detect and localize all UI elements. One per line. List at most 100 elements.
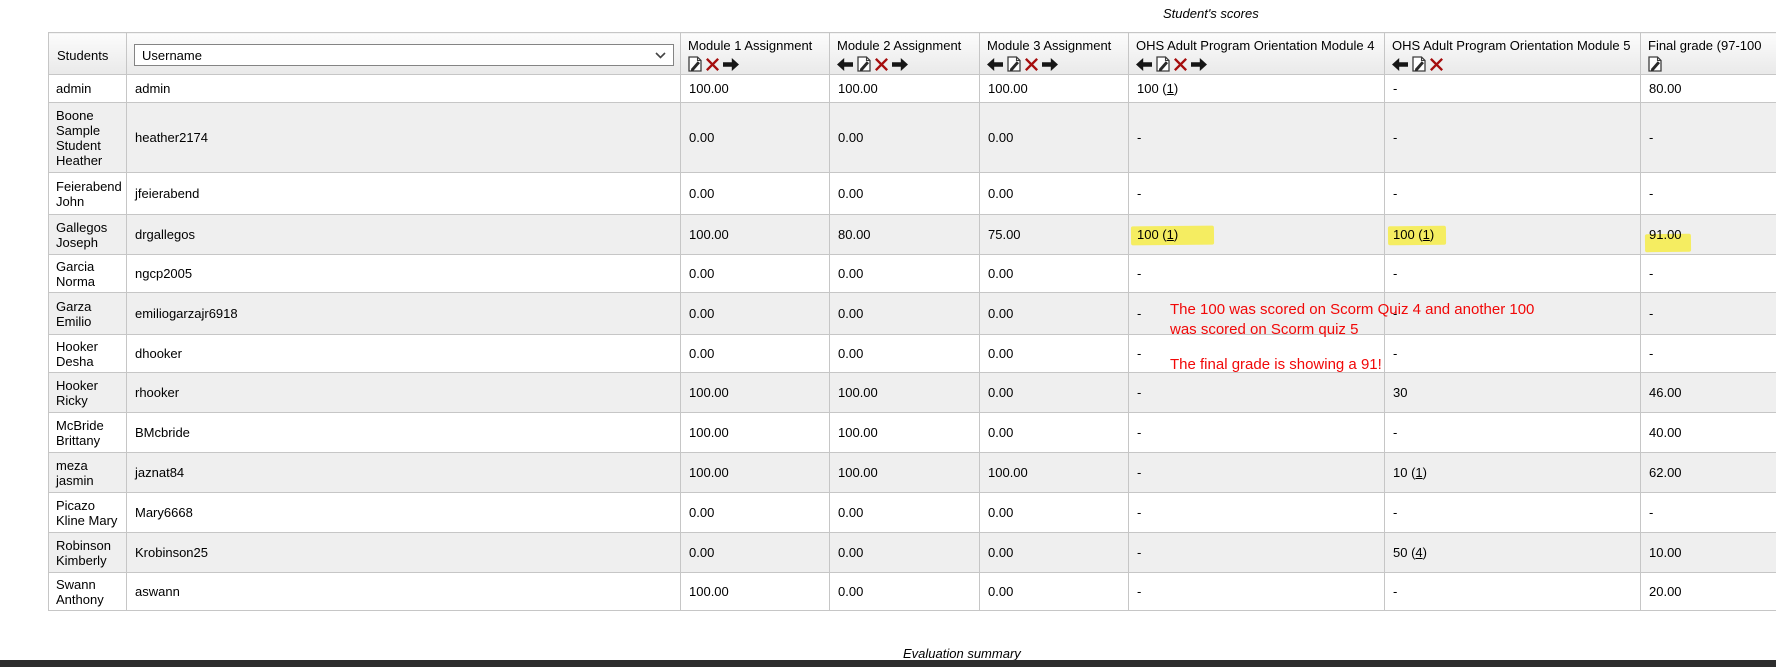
bottom-bar (0, 660, 1776, 667)
table-row: Feierabend Johnjfeierabend0.000.000.00--… (49, 173, 1776, 215)
annotation-note-final-grade: The final grade is showing a 91! (1170, 356, 1382, 373)
student-name-cell: McBride Brittany (49, 413, 127, 453)
annotation-note-line2: was scored on Scorm quiz 5 (1170, 321, 1358, 338)
username-header: Username (127, 33, 681, 75)
table-row: Gallegos Josephdrgallegos100.0080.0075.0… (49, 215, 1776, 255)
grade-cell: 10.00 (1641, 533, 1776, 573)
grade-cell: 91.00 (1641, 215, 1776, 255)
column-label: OHS Adult Program Orientation Module 4 (1136, 38, 1380, 53)
grade-cell: 0.00 (980, 493, 1129, 533)
grade-cell: - (1385, 103, 1641, 173)
header-row: Students Username Module 1 AssignmentMod… (49, 33, 1776, 75)
grade-cell: 80.00 (830, 215, 980, 255)
grade-cell: 0.00 (980, 293, 1129, 335)
student-name-cell: Feierabend John (49, 173, 127, 215)
column-header-4: OHS Adult Program Orientation Module 4 (1129, 33, 1385, 75)
attempts-link[interactable]: 1 (1167, 227, 1174, 242)
grade-cell: 100.00 (681, 413, 830, 453)
username-cell: jfeierabend (127, 173, 681, 215)
red-x-icon[interactable] (1430, 58, 1443, 71)
arrow-right-icon[interactable] (1042, 58, 1058, 71)
red-x-icon[interactable] (706, 58, 719, 71)
edit-doc-icon[interactable] (1156, 56, 1170, 72)
grade-cell: 0.00 (681, 493, 830, 533)
arrow-left-icon[interactable] (1136, 58, 1152, 71)
table-row: McBride BrittanyBMcbride100.00100.000.00… (49, 413, 1776, 453)
arrow-left-icon[interactable] (1392, 58, 1408, 71)
red-x-icon[interactable] (1025, 58, 1038, 71)
edit-doc-icon[interactable] (1007, 56, 1021, 72)
grade-cell: 0.00 (980, 413, 1129, 453)
edit-doc-icon[interactable] (857, 56, 871, 72)
grade-cell: 100.00 (681, 75, 830, 103)
student-name-cell: Robinson Kimberly (49, 533, 127, 573)
grade-cell: - (1385, 255, 1641, 293)
grade-cell: 0.00 (681, 293, 830, 335)
grader-report-table: Students Username Module 1 AssignmentMod… (48, 32, 1776, 611)
edit-doc-icon[interactable] (1412, 56, 1426, 72)
grade-cell: 100.00 (830, 453, 980, 493)
grade-cell: 0.00 (830, 533, 980, 573)
username-cell: rhooker (127, 373, 681, 413)
grade-cell: - (1129, 453, 1385, 493)
column-label: Module 2 Assignment (837, 38, 975, 53)
username-cell: BMcbride (127, 413, 681, 453)
grade-cell: 0.00 (830, 255, 980, 293)
grade-cell: 100.00 (681, 573, 830, 611)
column-action-icons (688, 56, 825, 72)
grade-cell: 0.00 (681, 335, 830, 373)
student-name-cell: Picazo Kline Mary (49, 493, 127, 533)
attempts-link[interactable]: 1 (1423, 227, 1430, 242)
grade-cell: 0.00 (681, 255, 830, 293)
attempts-link[interactable]: 1 (1167, 81, 1174, 96)
arrow-right-icon[interactable] (723, 58, 739, 71)
red-x-icon[interactable] (875, 58, 888, 71)
grade-cell: - (1641, 493, 1776, 533)
column-header-2: Module 2 Assignment (830, 33, 980, 75)
red-x-icon[interactable] (1174, 58, 1187, 71)
grade-cell: 0.00 (980, 255, 1129, 293)
grade-cell: - (1129, 103, 1385, 173)
username-cell: Krobinson25 (127, 533, 681, 573)
grade-cell: 0.00 (830, 293, 980, 335)
grade-cell: 10 (1) (1385, 453, 1641, 493)
username-select[interactable]: Username (134, 44, 674, 66)
arrow-right-icon[interactable] (1191, 58, 1207, 71)
gradebook-page: Student's scores Students Username Modul… (0, 0, 1776, 667)
username-cell: emiliogarzajr6918 (127, 293, 681, 335)
grade-cell: - (1641, 103, 1776, 173)
edit-doc-icon[interactable] (1648, 56, 1662, 72)
table-row: Hooker Rickyrhooker100.00100.000.00-3046… (49, 373, 1776, 413)
grade-cell: - (1385, 573, 1641, 611)
grade-cell: 100.00 (681, 215, 830, 255)
annotation-note-line1: The 100 was scored on Scorm Quiz 4 and a… (1170, 301, 1534, 318)
table-row: Hooker Deshadhooker0.000.000.00--- (49, 335, 1776, 373)
student-name-cell: Garza Emilio (49, 293, 127, 335)
grade-cell: 100 (1) (1385, 215, 1641, 255)
grade-cell: - (1641, 255, 1776, 293)
arrow-right-icon[interactable] (892, 58, 908, 71)
student-name-cell: Gallegos Joseph (49, 215, 127, 255)
edit-doc-icon[interactable] (688, 56, 702, 72)
username-cell: Mary6668 (127, 493, 681, 533)
grade-cell: 100.00 (830, 413, 980, 453)
username-cell: ngcp2005 (127, 255, 681, 293)
grade-cell: 62.00 (1641, 453, 1776, 493)
attempts-link[interactable]: 1 (1415, 465, 1422, 480)
grade-cell: - (1385, 493, 1641, 533)
column-header-1: Module 1 Assignment (681, 33, 830, 75)
arrow-left-icon[interactable] (837, 58, 853, 71)
table-row: Swann Anthonyaswann100.000.000.00--20.00 (49, 573, 1776, 611)
username-cell: drgallegos (127, 215, 681, 255)
arrow-left-icon[interactable] (987, 58, 1003, 71)
grade-cell: 20.00 (1641, 573, 1776, 611)
grade-cell: 75.00 (980, 215, 1129, 255)
student-name-cell: Hooker Ricky (49, 373, 127, 413)
attempts-link[interactable]: 4 (1415, 545, 1422, 560)
grade-cell: - (1385, 413, 1641, 453)
grade-cell: 100 (1) (1129, 215, 1385, 255)
grade-cell: 0.00 (980, 173, 1129, 215)
grade-cell: - (1129, 533, 1385, 573)
grade-cell: 0.00 (830, 173, 980, 215)
grade-cell: 100.00 (681, 453, 830, 493)
